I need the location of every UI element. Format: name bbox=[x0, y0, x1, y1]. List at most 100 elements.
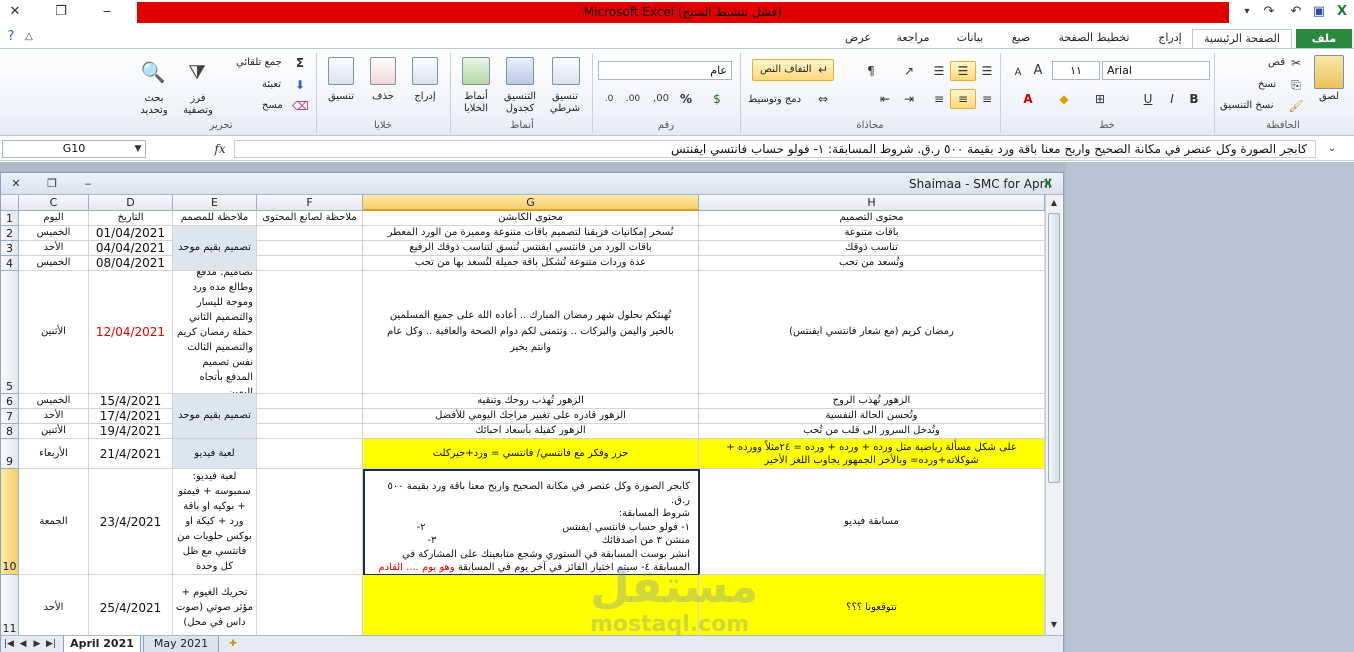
cell-g1[interactable]: محتوى الكابشن bbox=[363, 211, 699, 226]
align-bottom-icon[interactable]: ☰ bbox=[928, 63, 950, 79]
align-left-icon[interactable]: ≡ bbox=[928, 91, 950, 107]
paste-icon[interactable] bbox=[1314, 55, 1344, 89]
vertical-scrollbar[interactable]: ▲ ▼ bbox=[1045, 195, 1062, 635]
cell-e1[interactable]: ملاحظة للمصمم bbox=[173, 211, 257, 226]
sort-filter-button[interactable]: فرز وتصفية bbox=[176, 93, 220, 117]
comma-style-icon[interactable]: ,00 bbox=[650, 91, 672, 107]
merge-center-button[interactable]: دمج وتوسيط bbox=[748, 93, 801, 107]
sort-filter-icon[interactable]: ⧩ bbox=[180, 57, 214, 89]
next-sheet-icon[interactable]: ▶ bbox=[31, 638, 43, 650]
tab-review[interactable]: مراجعة bbox=[888, 29, 938, 48]
prev-sheet-icon[interactable]: ◀ bbox=[17, 638, 29, 650]
cell-d2[interactable]: 01/04/2021 bbox=[89, 226, 173, 241]
cell-c6[interactable]: الخميس bbox=[19, 394, 89, 409]
format-cells-icon[interactable] bbox=[328, 57, 354, 85]
cell-c3[interactable]: الأحد bbox=[19, 241, 89, 256]
tab-insert[interactable]: إدراج bbox=[1150, 29, 1190, 48]
cell-f8[interactable] bbox=[257, 424, 363, 439]
cell-g9[interactable]: حزر وفكر مع فانتسي/ فانتسي = ورد+جيركلت bbox=[363, 439, 699, 469]
rtl-direction-icon[interactable]: ¶ bbox=[860, 63, 882, 79]
tab-data[interactable]: بيانات bbox=[950, 29, 990, 48]
decrease-indent-icon[interactable]: ⇤ bbox=[874, 91, 896, 107]
cell-d9[interactable]: 21/4/2021 bbox=[89, 439, 173, 469]
increase-decimal-icon[interactable]: .00 bbox=[622, 91, 644, 107]
scroll-thumb[interactable] bbox=[1048, 213, 1060, 483]
find-select-button[interactable]: بحث وتحديد bbox=[132, 93, 176, 117]
cell-f3[interactable] bbox=[257, 241, 363, 256]
insert-cells-button[interactable]: إدراج bbox=[406, 91, 444, 103]
autosum-button[interactable]: جمع تلقائي bbox=[236, 56, 282, 70]
column-header-f[interactable]: F bbox=[257, 195, 363, 211]
cell-h9[interactable]: على شكل مسألة رياضية مثل ورده + ورده + و… bbox=[699, 439, 1045, 469]
fill-button[interactable]: تعبئة bbox=[262, 78, 281, 92]
cell-e11[interactable]: تحريك الغيوم + مؤثر صوتي (صوت داس في محل… bbox=[173, 575, 257, 635]
conditional-formatting-icon[interactable] bbox=[552, 57, 580, 85]
row-header[interactable]: 4 bbox=[1, 256, 19, 271]
cell-f2[interactable] bbox=[257, 226, 363, 241]
first-sheet-icon[interactable]: |◀ bbox=[3, 638, 15, 650]
cell-f9[interactable] bbox=[257, 439, 363, 469]
align-top-icon[interactable]: ☰ bbox=[976, 63, 998, 79]
tab-home[interactable]: الصفحة الرئيسية bbox=[1192, 29, 1292, 48]
sheet-tab-april-2021[interactable]: April 2021 bbox=[63, 636, 141, 652]
cell-styles-icon[interactable] bbox=[462, 57, 490, 85]
cell-d10[interactable]: 23/4/2021 bbox=[89, 469, 173, 575]
copy-icon[interactable]: ⎘ bbox=[1288, 77, 1304, 93]
insert-cells-icon[interactable] bbox=[412, 57, 438, 85]
cell-c10[interactable]: الجمعة bbox=[19, 469, 89, 575]
restore-workbook-icon[interactable]: ❐ bbox=[43, 175, 61, 193]
save-icon[interactable]: ▣ bbox=[1310, 3, 1328, 21]
cell-d1[interactable]: التاريخ bbox=[89, 211, 173, 226]
cell-h1[interactable]: محتوى التصميم bbox=[699, 211, 1045, 226]
cell-f11[interactable] bbox=[257, 575, 363, 635]
row-header[interactable]: 10 bbox=[1, 469, 19, 575]
expand-formula-icon[interactable]: ⌄ bbox=[1324, 141, 1340, 157]
cell-d3[interactable]: 04/04/2021 bbox=[89, 241, 173, 256]
cell-f5[interactable] bbox=[257, 271, 363, 394]
column-header-c[interactable]: C bbox=[19, 195, 89, 211]
cell-e2-merged[interactable]: تصميم بقيم موحد bbox=[173, 226, 257, 271]
cut-button[interactable]: قص bbox=[1268, 56, 1285, 70]
cell-d11[interactable]: 25/4/2021 bbox=[89, 575, 173, 635]
conditional-formatting-button[interactable]: تنسيق شرطي bbox=[540, 91, 590, 115]
shrink-font-icon[interactable]: A bbox=[1010, 65, 1026, 81]
cell-h6[interactable]: الزهور تُهذب الروح bbox=[699, 394, 1045, 409]
cell-f4[interactable] bbox=[257, 256, 363, 271]
format-cells-button[interactable]: تنسيق bbox=[320, 91, 362, 103]
grow-font-icon[interactable]: A bbox=[1030, 63, 1046, 79]
customize-qat-icon[interactable]: ▾ bbox=[1238, 3, 1256, 21]
paste-button[interactable]: لصق bbox=[1306, 91, 1352, 103]
column-header-e[interactable]: E bbox=[173, 195, 257, 211]
cut-icon[interactable]: ✂ bbox=[1288, 55, 1304, 71]
wrap-text-button[interactable]: التفاف النص bbox=[760, 63, 812, 77]
cell-c7[interactable]: الأحد bbox=[19, 409, 89, 424]
column-header-h[interactable]: H bbox=[699, 195, 1045, 211]
cell-styles-button[interactable]: أنماط الخلايا bbox=[456, 91, 496, 115]
cell-d5[interactable]: 12/04/2021 bbox=[89, 271, 173, 394]
cell-e5[interactable]: تصاميم: مدفع وطالع مده ورد وموجة لليسار … bbox=[173, 271, 257, 394]
row-header[interactable]: 8 bbox=[1, 424, 19, 439]
cell-d8[interactable]: 19/4/2021 bbox=[89, 424, 173, 439]
clear-button[interactable]: مسح bbox=[262, 99, 283, 113]
cell-c9[interactable]: الأربعاء bbox=[19, 439, 89, 469]
underline-button[interactable]: U bbox=[1140, 91, 1156, 107]
cell-g6[interactable]: الزهور تُهذب روحك وتنقيه bbox=[363, 394, 699, 409]
row-header[interactable]: 11 bbox=[1, 575, 19, 635]
align-middle-icon[interactable]: ☰ bbox=[952, 63, 974, 79]
row-header[interactable]: 2 bbox=[1, 226, 19, 241]
merge-center-icon[interactable]: ⇔ bbox=[814, 91, 832, 107]
format-painter-icon[interactable]: 🖌 bbox=[1288, 98, 1304, 114]
row-header[interactable]: 5 bbox=[1, 271, 19, 394]
orientation-icon[interactable]: ↗ bbox=[898, 63, 920, 79]
scroll-up-icon[interactable]: ▲ bbox=[1046, 195, 1062, 211]
last-sheet-icon[interactable]: ▶| bbox=[45, 638, 57, 650]
cell-h4[interactable]: وتُسعد من تحب bbox=[699, 256, 1045, 271]
spreadsheet-grid[interactable]: C D E F G H 1 2 3 4 5 6 7 8 9 10 11 اليو… bbox=[1, 195, 1045, 635]
help-icon[interactable]: ? bbox=[2, 28, 20, 46]
cell-f10[interactable] bbox=[257, 469, 363, 575]
copy-button[interactable]: نسخ bbox=[1258, 78, 1276, 92]
cell-g2[interactable]: نُسخر إمكانيات فريقنا لتصميم باقات متنوع… bbox=[363, 226, 699, 241]
cell-h2[interactable]: باقات متنوعة bbox=[699, 226, 1045, 241]
minimize-workbook-icon[interactable]: ‒ bbox=[79, 175, 97, 193]
delete-cells-icon[interactable] bbox=[370, 57, 396, 85]
